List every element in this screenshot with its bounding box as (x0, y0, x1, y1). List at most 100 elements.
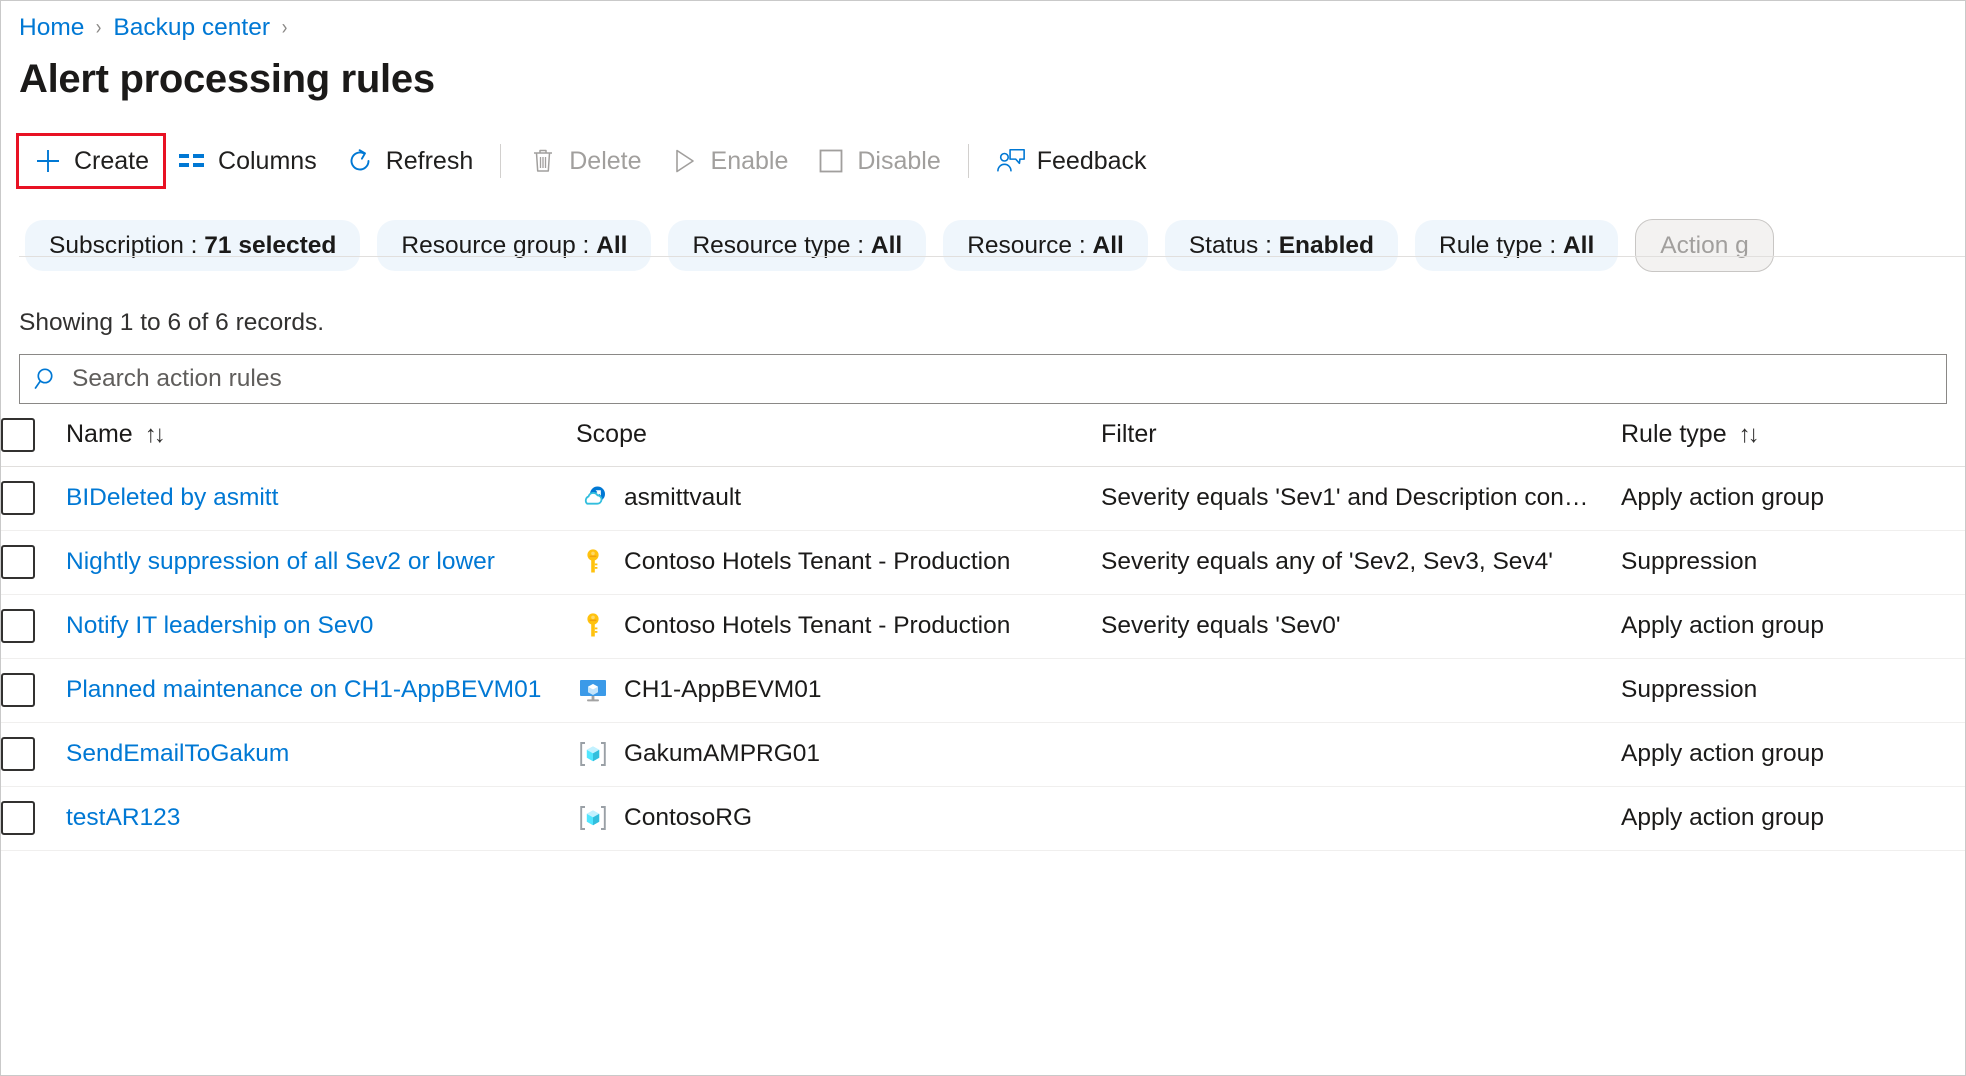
rule-name-link[interactable]: Nightly suppression of all Sev2 or lower (66, 548, 495, 575)
row-filter-cell: Severity equals 'Sev1' and Description c… (1101, 466, 1621, 530)
filter-pill-colon: : (1079, 232, 1093, 259)
disable-button[interactable]: Disable (802, 136, 954, 186)
filter-pill-rule-type[interactable]: Rule type : All (1415, 220, 1618, 271)
row-select-cell (1, 658, 66, 722)
filter-pill-subscription-label: Subscription (49, 232, 184, 259)
table-row[interactable]: Notify IT leadership on Sev0 (1, 594, 1965, 658)
column-header-name[interactable]: Name ↑↓ (66, 404, 576, 466)
stop-icon (816, 146, 846, 176)
row-scope-cell: GakumAMPRG01 (576, 722, 1101, 786)
enable-button-label: Enable (711, 147, 789, 176)
rule-name-link[interactable]: BIDeleted by asmitt (66, 484, 278, 511)
row-rule-type-cell: Apply action group (1621, 466, 1965, 530)
filter-pill-resource-label: Resource (967, 232, 1072, 259)
plus-icon (33, 146, 63, 176)
feedback-button-label: Feedback (1037, 147, 1147, 176)
breadcrumb-item-home[interactable]: Home (19, 14, 84, 42)
column-header-rule-type[interactable]: Rule type ↑↓ (1621, 404, 1965, 466)
row-scope-cell: CH1-AppBEVM01 (576, 658, 1101, 722)
columns-button[interactable]: Columns (163, 136, 331, 186)
row-scope-cell: asmittvault (576, 466, 1101, 530)
rule-name-link[interactable]: Planned maintenance on CH1-AppBEVM01 (66, 676, 541, 703)
filter-text: Severity equals 'Sev1' and Description c… (1101, 484, 1621, 512)
filter-pill-rule-type-label: Rule type (1439, 232, 1543, 259)
row-checkbox[interactable] (1, 801, 35, 835)
sort-icon[interactable]: ↑↓ (1739, 421, 1757, 449)
refresh-icon (345, 146, 375, 176)
row-checkbox[interactable] (1, 481, 35, 515)
rule-name-link[interactable]: testAR123 (66, 804, 180, 831)
filter-pill-subscription[interactable]: Subscription : 71 selected (25, 220, 360, 271)
filter-text: Severity equals any of 'Sev2, Sev3, Sev4… (1101, 548, 1621, 576)
sort-icon[interactable]: ↑↓ (145, 421, 163, 449)
filter-pill-colon: : (191, 232, 205, 259)
column-header-scope-label: Scope (576, 420, 647, 449)
select-all-checkbox[interactable] (1, 418, 35, 452)
row-rule-type-cell: Apply action group (1621, 786, 1965, 850)
table-row[interactable]: SendEmailToGakum G (1, 722, 1965, 786)
row-filter-cell (1101, 722, 1621, 786)
row-select-cell (1, 530, 66, 594)
refresh-button[interactable]: Refresh (331, 136, 488, 186)
filter-pill-colon: : (1549, 232, 1563, 259)
search-input[interactable] (72, 365, 1946, 393)
rule-type-text: Apply action group (1621, 804, 1824, 831)
table-row[interactable]: Nightly suppression of all Sev2 or lower (1, 530, 1965, 594)
disable-button-label: Disable (857, 147, 940, 176)
row-filter-cell (1101, 658, 1621, 722)
row-rule-type-cell: Suppression (1621, 530, 1965, 594)
filter-pill-colon: : (1265, 232, 1279, 259)
breadcrumb-separator-icon: › (96, 16, 102, 40)
filter-pill-resource[interactable]: Resource : All (943, 220, 1148, 271)
breadcrumb-item-backup-center[interactable]: Backup center (113, 14, 270, 42)
feedback-icon (996, 146, 1026, 176)
recovery-services-vault-icon (576, 481, 610, 515)
row-checkbox[interactable] (1, 673, 35, 707)
table-row[interactable]: Planned maintenance on CH1-AppBEVM01 (1, 658, 1965, 722)
table-row[interactable]: BIDeleted by asmitt asmittvault (1, 466, 1965, 530)
filter-pill-resource-type-label: Resource type (692, 232, 850, 259)
search-box[interactable] (19, 354, 1947, 404)
delete-button[interactable]: Delete (514, 136, 655, 186)
rule-type-text: Apply action group (1621, 740, 1824, 767)
row-name-cell: testAR123 (66, 786, 576, 850)
filter-pill-action-group-label: Action g (1660, 232, 1749, 259)
table-header: Name ↑↓ Scope Filter Rule type (1, 404, 1965, 466)
filter-pill-status[interactable]: Status : Enabled (1165, 220, 1398, 271)
filter-pill-bar: Subscription : 71 selected Resource grou… (25, 219, 1965, 272)
row-checkbox[interactable] (1, 545, 35, 579)
breadcrumb: Home › Backup center › (1, 1, 1965, 43)
row-filter-cell (1101, 786, 1621, 850)
column-header-filter[interactable]: Filter (1101, 404, 1621, 466)
column-header-name-label: Name (66, 420, 133, 449)
row-scope-cell: ContosoRG (576, 786, 1101, 850)
filter-pill-action-group[interactable]: Action g (1635, 219, 1774, 272)
filter-pill-resource-group[interactable]: Resource group : All (377, 220, 651, 271)
column-header-scope[interactable]: Scope (576, 404, 1101, 466)
breadcrumb-separator-icon: › (282, 16, 288, 40)
row-checkbox[interactable] (1, 737, 35, 771)
scope-name: ContosoRG (624, 804, 752, 832)
row-rule-type-cell: Apply action group (1621, 722, 1965, 786)
enable-button[interactable]: Enable (656, 136, 803, 186)
resource-group-icon (576, 801, 610, 835)
scope-name: Contoso Hotels Tenant - Production (624, 612, 1010, 640)
table-row[interactable]: testAR123 ContosoR (1, 786, 1965, 850)
filter-text: Severity equals 'Sev0' (1101, 612, 1621, 640)
filter-pill-resource-type[interactable]: Resource type : All (668, 220, 926, 271)
scope-name: CH1-AppBEVM01 (624, 676, 821, 704)
rule-name-link[interactable]: SendEmailToGakum (66, 740, 289, 767)
feedback-button[interactable]: Feedback (982, 136, 1161, 186)
create-button[interactable]: Create (19, 136, 163, 186)
row-select-cell (1, 722, 66, 786)
row-name-cell: Notify IT leadership on Sev0 (66, 594, 576, 658)
toolbar-divider (968, 144, 969, 178)
row-name-cell: Planned maintenance on CH1-AppBEVM01 (66, 658, 576, 722)
virtual-machine-icon (576, 673, 610, 707)
row-checkbox[interactable] (1, 609, 35, 643)
filter-pill-resource-value: All (1093, 232, 1124, 259)
filter-pill-rule-type-value: All (1563, 232, 1594, 259)
columns-button-label: Columns (218, 147, 317, 176)
rule-name-link[interactable]: Notify IT leadership on Sev0 (66, 612, 373, 639)
row-scope-cell: Contoso Hotels Tenant - Production (576, 530, 1101, 594)
